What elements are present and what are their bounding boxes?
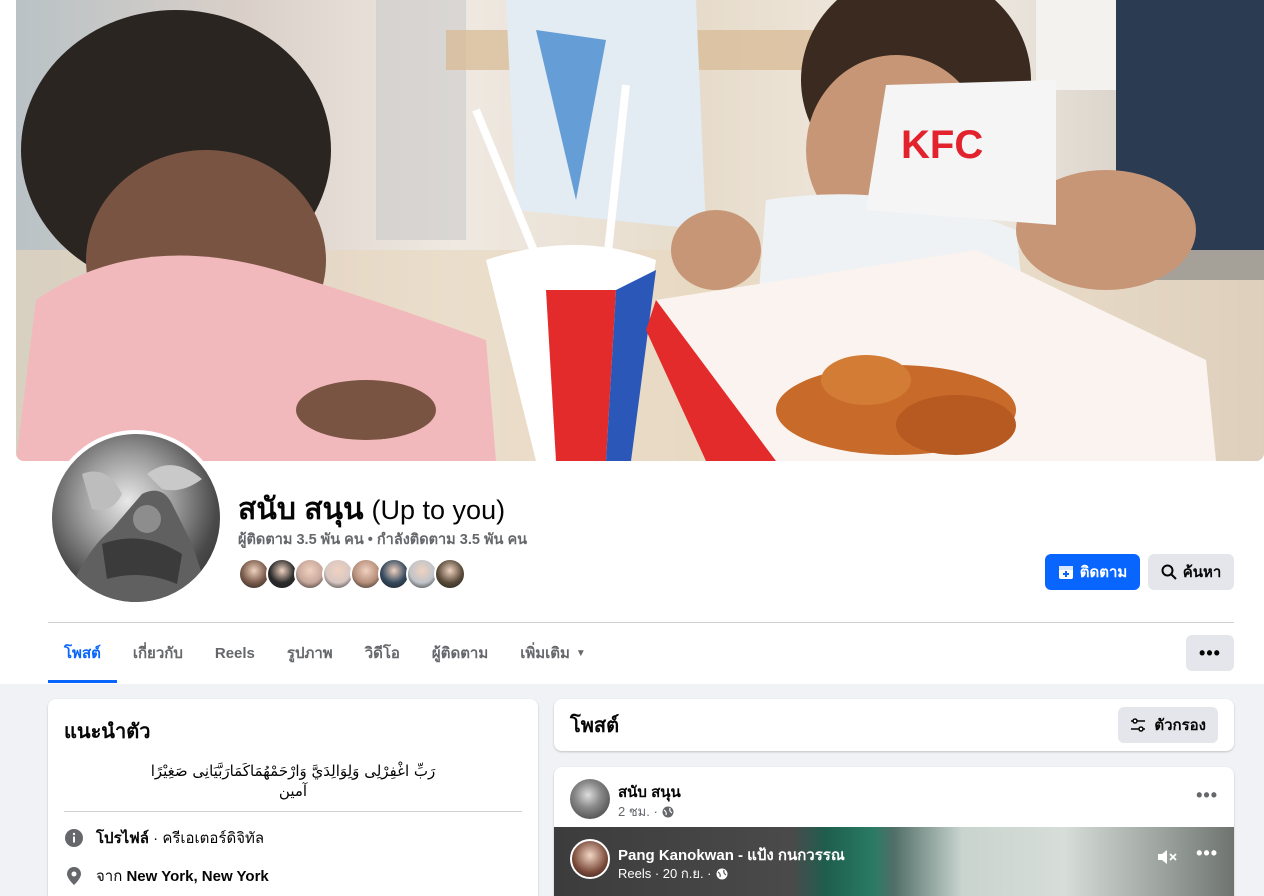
shared-reel[interactable]: Pang Kanokwan - แป้ง กนกวรรณ Reels · 20 … (554, 827, 1234, 896)
search-button-label: ค้นหา (1182, 564, 1222, 581)
follower-counts[interactable]: ผู้ติดตาม 3.5 พัน คน • กำลังติดตาม 3.5 พ… (238, 528, 527, 551)
tab-label: วิดีโอ (364, 645, 400, 662)
bio-line-2: آمين (278, 782, 308, 800)
profile-tabs: โพสต์ เกี่ยวกับ Reels รูปภาพ วิดีโอ ผู้ต… (48, 623, 602, 683)
reel-meta: Reels · 20 ก.ย. · (618, 863, 728, 884)
profile-name: สนับ สนุน (Up to you) (238, 486, 505, 533)
reel-options-button[interactable]: ••• (1196, 843, 1218, 864)
follow-button[interactable]: ติดตาม (1045, 554, 1140, 590)
avatar-statue-image (62, 465, 212, 602)
tab-followers[interactable]: ผู้ติดตาม (416, 623, 504, 683)
caret-down-icon: ▼ (575, 647, 586, 659)
globe-icon (662, 806, 674, 817)
profile-header: KFC สนับ สนุน (Up to you) ผู้ติดตาม 3.5 … (0, 0, 1264, 684)
profile-name-alt: (Up to you) (371, 495, 506, 525)
filter-icon (1131, 718, 1146, 732)
location-pin-icon (64, 866, 84, 886)
tab-posts[interactable]: โพสต์ (48, 623, 117, 683)
profile-options-button[interactable]: ••• (1186, 635, 1234, 671)
mute-icon[interactable] (1156, 847, 1178, 872)
tab-label: รูปภาพ (286, 645, 333, 662)
location-prefix: จาก (96, 868, 127, 885)
tab-reels[interactable]: Reels (199, 623, 271, 683)
profile-type-label: โปรไฟล์ (96, 830, 149, 847)
tab-label: โพสต์ (64, 645, 101, 662)
location-link[interactable]: New York, New York (126, 868, 268, 885)
info-icon (64, 828, 84, 848)
post-timestamp[interactable]: 2 ชม. · (618, 801, 674, 822)
tab-label: เพิ่มเติม (520, 645, 570, 662)
intro-card: แนะนำตัว رَبِّ اغْفِرْلِى وَلِوَالِدَيَّ… (48, 699, 538, 896)
filter-button[interactable]: ตัวกรอง (1118, 707, 1218, 743)
tab-videos[interactable]: วิดีโอ (349, 623, 416, 683)
search-icon (1161, 564, 1177, 580)
reel-meta-text: Reels · 20 ก.ย. · (618, 866, 712, 881)
post-card: สนับ สนุน 2 ชม. · ••• Pang Kanokwan - แป… (554, 767, 1234, 896)
post-time-text: 2 ชม. · (618, 804, 658, 819)
post-options-button[interactable]: ••• (1196, 785, 1218, 806)
cover-photo-illustration: KFC (16, 0, 1264, 461)
intro-profile-row: โปรไฟล์ · ครีเอเตอร์ดิจิทัล (64, 826, 522, 850)
cover-kfc-logo: KFC (901, 123, 983, 167)
profile-type-value: · ครีเอเตอร์ดิจิทัล (149, 830, 265, 847)
posts-title: โพสต์ (570, 715, 620, 737)
cover-photo[interactable]: KFC (16, 0, 1264, 461)
search-button[interactable]: ค้นหา (1148, 554, 1234, 590)
reel-author-avatar[interactable] (570, 839, 610, 879)
intro-location-row: จาก New York, New York (64, 864, 522, 888)
intro-bio: رَبِّ اغْفِرْلِى وَلِوَالِدَيَّ وَارْحَم… (64, 761, 522, 801)
tab-about[interactable]: เกี่ยวกับ (117, 623, 199, 683)
follow-button-label: ติดตาม (1079, 564, 1128, 581)
tab-label: ผู้ติดตาม (431, 645, 489, 662)
profile-avatar[interactable] (48, 430, 224, 606)
tab-label: เกี่ยวกับ (132, 645, 183, 662)
post-author-avatar[interactable] (570, 779, 610, 819)
tab-more[interactable]: เพิ่มเติม ▼ (504, 623, 602, 683)
follow-icon (1058, 566, 1073, 579)
intro-divider (64, 811, 522, 812)
bio-line-1: رَبِّ اغْفِرْلِى وَلِوَالِدَيَّ وَارْحَم… (150, 762, 436, 780)
tab-photos[interactable]: รูปภาพ (271, 623, 349, 683)
posts-header: โพสต์ ตัวกรอง (554, 699, 1234, 751)
globe-icon (716, 868, 728, 879)
tab-label: Reels (214, 644, 255, 662)
profile-name-main: สนับ สนุน (238, 493, 364, 526)
friend-avatar[interactable] (434, 558, 466, 590)
intro-title: แนะนำตัว (64, 721, 151, 743)
filter-label: ตัวกรอง (1154, 717, 1206, 734)
friend-avatars[interactable] (238, 558, 466, 590)
